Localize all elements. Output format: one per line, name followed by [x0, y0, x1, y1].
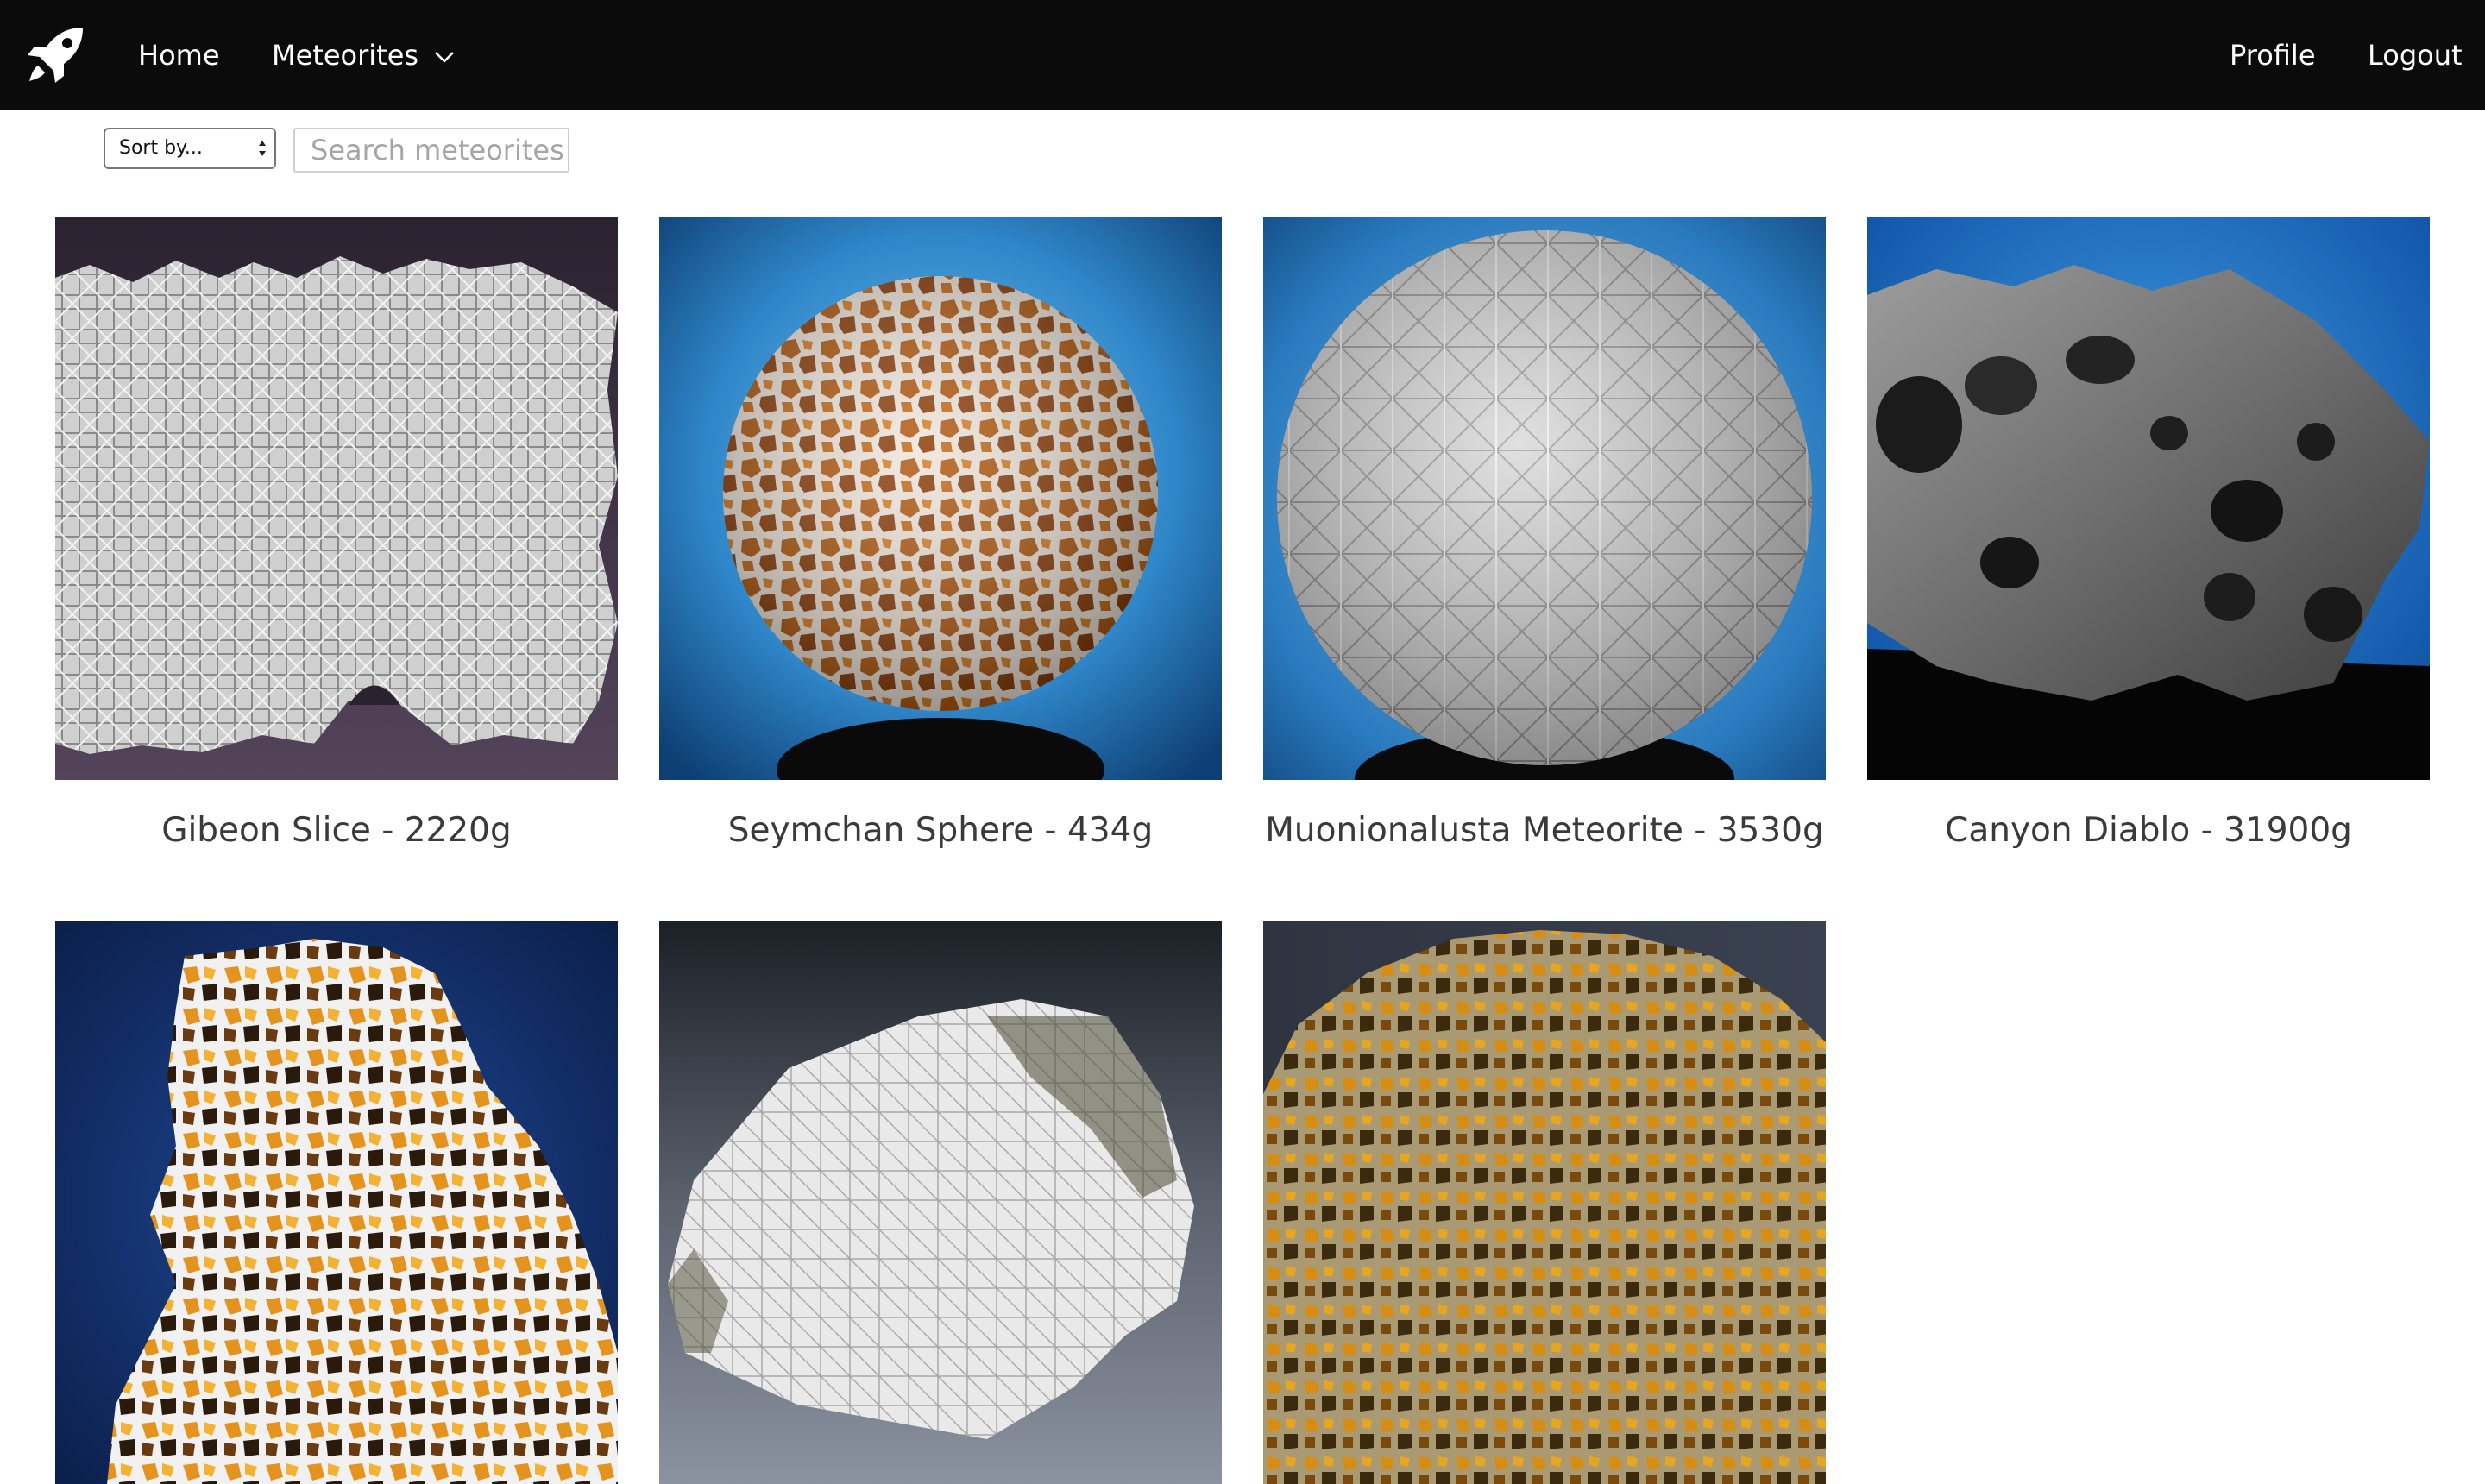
meteorite-image[interactable] [1263, 217, 1826, 780]
select-arrows-icon [259, 141, 266, 156]
meteorite-card[interactable]: Muonionalusta Meteorite - 3530g [1263, 217, 1826, 850]
meteorite-caption[interactable]: Gibeon Slice - 2220g [55, 811, 618, 850]
meteorite-caption[interactable]: Seymchan Sphere - 434g [659, 811, 1222, 850]
meteorite-caption[interactable]: Canyon Diablo - 31900g [1867, 811, 2430, 850]
meteorite-card[interactable] [1263, 921, 1826, 1484]
search-input[interactable] [293, 128, 569, 173]
sort-select[interactable]: Sort by... [104, 128, 276, 169]
nav-meteorites-dropdown[interactable]: Meteorites [272, 0, 455, 110]
meteorite-image[interactable] [659, 217, 1222, 780]
meteorite-card[interactable]: Gibeon Slice - 2220g [55, 217, 618, 850]
meteorite-card[interactable]: Seymchan Sphere - 434g [659, 217, 1222, 850]
meteorite-image[interactable] [659, 921, 1222, 1484]
meteorite-card[interactable] [55, 921, 618, 1484]
rocket-logo-icon[interactable] [26, 26, 86, 85]
meteorite-card[interactable]: Canyon Diablo - 31900g [1867, 217, 2430, 850]
nav-profile-link[interactable]: Profile [2230, 0, 2316, 110]
nav-logout-link[interactable]: Logout [2368, 0, 2463, 110]
sort-select-value: Sort by... [119, 137, 203, 159]
meteorite-caption[interactable]: Muonionalusta Meteorite - 3530g [1263, 811, 1826, 850]
meteorite-image[interactable] [1867, 217, 2430, 780]
meteorite-image[interactable] [1263, 921, 1826, 1484]
meteorite-image[interactable] [55, 921, 618, 1484]
nav-home-link[interactable]: Home [138, 0, 220, 110]
meteorite-card[interactable] [659, 921, 1222, 1484]
nav-meteorites-label: Meteorites [272, 39, 419, 72]
top-navbar: Home Meteorites Profile Logout [0, 0, 2485, 110]
chevron-down-icon [435, 52, 454, 63]
meteorite-image[interactable] [55, 217, 618, 780]
